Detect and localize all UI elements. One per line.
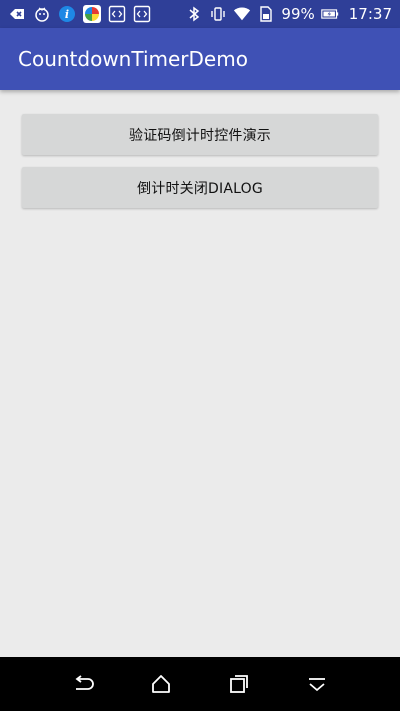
vibrate-icon bbox=[209, 5, 227, 23]
svg-text:i: i bbox=[65, 8, 69, 21]
main-content: 验证码倒计时控件演示 倒计时关闭DIALOG bbox=[0, 90, 400, 657]
back-icon[interactable] bbox=[63, 664, 103, 704]
status-clock: 17:37 bbox=[348, 5, 392, 23]
sim-icon bbox=[257, 5, 275, 23]
countdown-close-dialog-button[interactable]: 倒计时关闭DIALOG bbox=[22, 167, 378, 208]
status-bar-notifications: i bbox=[8, 5, 151, 23]
navigation-bar bbox=[0, 657, 400, 711]
wifi-icon bbox=[233, 5, 251, 23]
code-app-icon bbox=[108, 5, 126, 23]
home-icon[interactable] bbox=[141, 664, 181, 704]
battery-icon bbox=[321, 5, 339, 23]
sms-code-countdown-demo-button[interactable]: 验证码倒计时控件演示 bbox=[22, 114, 378, 155]
status-bar-system: 99% 17:37 bbox=[185, 5, 392, 23]
bluetooth-icon bbox=[185, 5, 203, 23]
back-arrow-app-icon bbox=[8, 5, 26, 23]
colorful-app-icon bbox=[83, 5, 101, 23]
battery-percent: 99% bbox=[281, 5, 315, 23]
code-app-icon-2 bbox=[133, 5, 151, 23]
recents-icon[interactable] bbox=[219, 664, 259, 704]
hide-keyboard-icon[interactable] bbox=[297, 664, 337, 704]
app-bar: CountdownTimerDemo bbox=[0, 28, 400, 90]
status-bar: i 99% 17:37 bbox=[0, 0, 400, 28]
notification-face-icon bbox=[33, 5, 51, 23]
app-title: CountdownTimerDemo bbox=[18, 47, 248, 71]
info-app-icon: i bbox=[58, 5, 76, 23]
